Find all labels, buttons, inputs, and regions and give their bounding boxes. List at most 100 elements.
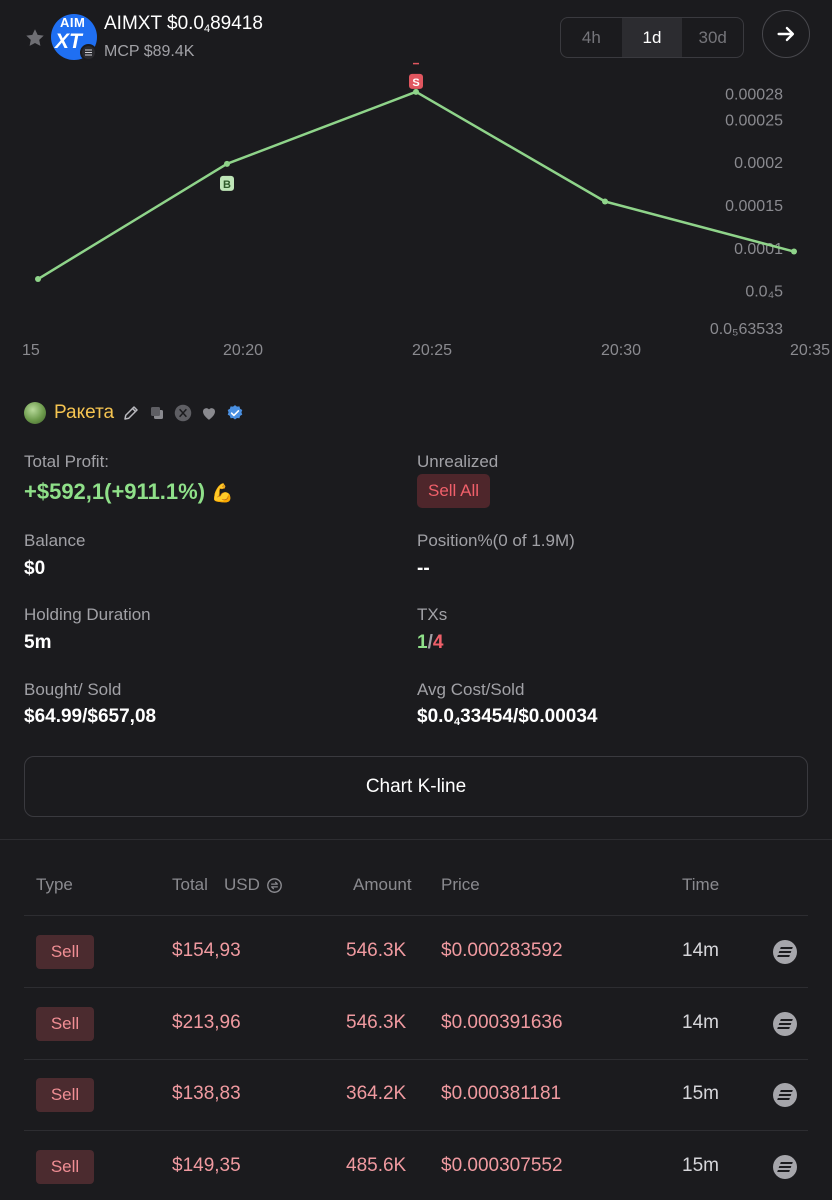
col-header-price: Price (441, 875, 480, 894)
wallet-name: Ракета (54, 402, 115, 423)
price-point (35, 276, 41, 283)
arrow-right-icon (777, 26, 795, 42)
solscan-icon[interactable] (773, 1155, 797, 1179)
price-line (37, 90, 795, 281)
time-cell: 15m (682, 1155, 719, 1176)
avatar (24, 402, 46, 424)
type-badge: Sell (36, 1007, 94, 1041)
market-cap: MCP $89.4K (104, 43, 195, 60)
col-header-usd: USD (224, 875, 260, 894)
x-tick-label: 15 (22, 342, 40, 359)
position-value: -- (417, 558, 430, 579)
tab-30d[interactable]: 30d (682, 18, 743, 57)
price-point (791, 248, 797, 255)
flexed-biceps-emoji: 💪 (211, 483, 234, 503)
price-cell: $0.000283592 (441, 940, 563, 961)
verified-badge-icon (226, 404, 244, 422)
holding-duration-label: Holding Duration (24, 605, 151, 624)
price-cell: $0.000381181 (441, 1083, 562, 1104)
x-twitter-icon[interactable] (174, 404, 192, 422)
solscan-icon[interactable] (773, 1083, 797, 1107)
position-label: Position%(0 of 1.9M) (417, 531, 575, 550)
y-tick-label: 0.00028 (725, 87, 783, 104)
section-divider (0, 839, 832, 840)
wallet-profile-row: Ракета (24, 402, 252, 424)
edit-icon[interactable] (122, 404, 140, 422)
table-row[interactable]: Sell $149,35 485.6K $0.000307552 15m (24, 1131, 808, 1200)
price-cell: $0.000391636 (441, 1012, 563, 1033)
avg-cost-label: Avg Cost/Sold (417, 680, 525, 699)
txs-buys: 1 (417, 632, 428, 653)
buy-marker-label: B (223, 179, 231, 191)
favorite-star-icon[interactable] (24, 27, 46, 49)
price-point (413, 88, 419, 95)
solana-chain-icon (80, 44, 97, 61)
type-badge: Sell (36, 1150, 94, 1184)
price-cell: $0.000307552 (441, 1155, 563, 1176)
y-tick-label: 0.00025 (725, 112, 783, 129)
time-cell: 15m (682, 1083, 719, 1104)
token-price: $0.0489418 (167, 13, 263, 35)
holding-duration-value: 5m (24, 632, 52, 653)
sell-marker-label: S (412, 77, 419, 89)
type-badge: Sell (36, 1078, 94, 1112)
x-tick-label: 20:35 (790, 342, 830, 359)
token-title: AIMXT $0.0489418 (104, 13, 263, 35)
amount-cell: 546.3K (346, 940, 407, 961)
y-tick-label: 0.0₄5 (745, 284, 783, 301)
solscan-icon[interactable] (773, 1012, 797, 1036)
unrealized-label: Unrealized (417, 452, 499, 471)
total-profit-label: Total Profit: (24, 452, 110, 471)
time-cell: 14m (682, 1012, 719, 1033)
bought-sold-label: Bought/ Sold (24, 680, 122, 699)
balance-label: Balance (24, 531, 86, 550)
chart-kline-button[interactable]: Chart K-line (24, 756, 808, 817)
tab-4h[interactable]: 4h (561, 18, 622, 57)
col-header-total: Total (172, 875, 208, 894)
y-tick-label: 0.0₅63533 (710, 321, 783, 338)
time-cell: 14m (682, 940, 719, 961)
col-header-amount: Amount (353, 875, 412, 894)
copy-icon[interactable] (148, 404, 166, 422)
heart-icon[interactable] (200, 404, 218, 422)
price-point (224, 160, 230, 167)
token-logo-text-top: AIM (60, 15, 86, 30)
sell-all-button[interactable]: Sell All (417, 474, 490, 508)
solscan-icon[interactable] (773, 940, 797, 964)
table-row[interactable]: Sell $213,96 546.3K $0.000391636 14m (24, 988, 808, 1060)
x-tick-label: 20:25 (412, 342, 452, 359)
tab-1d[interactable]: 1d (621, 18, 683, 57)
txs-label: TXs (417, 605, 448, 624)
amount-cell: 485.6K (346, 1155, 407, 1176)
token-logo-text-bottom: XT (55, 30, 82, 53)
sell-marker-tick (413, 62, 419, 65)
y-tick-label: 0.00015 (725, 198, 783, 215)
bought-sold-value: $64.99/$657,08 (24, 706, 157, 727)
amount-cell: 546.3K (346, 1012, 407, 1033)
timeframe-selector: 4h 1d 30d (560, 17, 744, 58)
type-badge: Sell (36, 935, 94, 969)
col-header-time: Time (682, 875, 720, 894)
avg-cost-value: $0.0433454/$0.00034 (417, 706, 598, 728)
usd-toggle[interactable]: USD (224, 875, 283, 895)
amount-cell: 364.2K (346, 1083, 407, 1104)
y-tick-label: 0.0002 (734, 155, 783, 172)
total-profit-value: +$592,1(+911.1%) 💪 (24, 479, 234, 504)
balance-value: $0 (24, 558, 46, 579)
col-header-type: Type (36, 875, 73, 894)
token-symbol: AIMXT (104, 13, 162, 34)
x-tick-label: 20:20 (223, 342, 263, 359)
total-cell: $138,83 (172, 1083, 241, 1104)
table-row[interactable]: Sell $154,93 546.3K $0.000283592 14m (24, 916, 808, 988)
x-tick-label: 20:30 (601, 342, 641, 359)
total-cell: $154,93 (172, 940, 241, 961)
table-row[interactable]: Sell $138,83 364.2K $0.000381181 15m (24, 1059, 808, 1131)
txs-value: 1/4 (417, 632, 444, 653)
currency-switch-icon (266, 877, 282, 893)
total-cell: $149,35 (172, 1155, 241, 1176)
open-token-button[interactable] (762, 10, 810, 58)
price-point (602, 198, 608, 205)
price-chart: 0.000280.000250.00020.000150.00010.0₄50.… (22, 62, 830, 359)
txs-sells: 4 (432, 632, 444, 653)
total-cell: $213,96 (172, 1012, 241, 1033)
